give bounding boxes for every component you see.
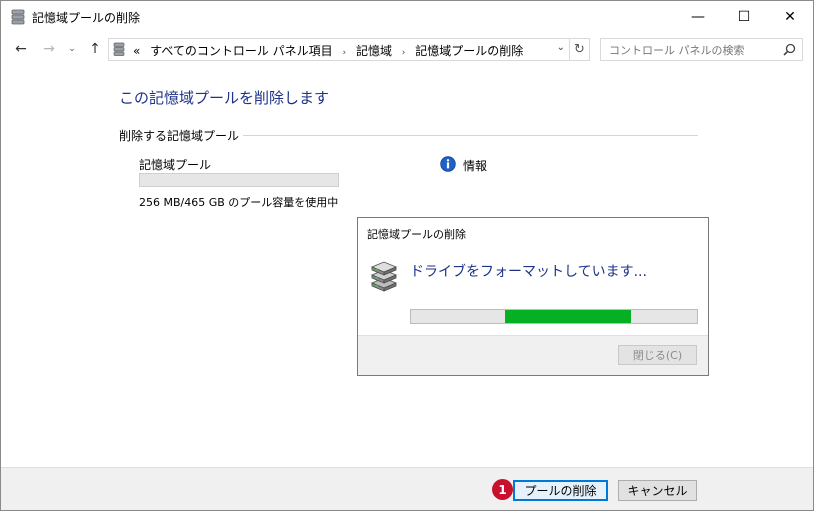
breadcrumb-storage[interactable]: 記憶域 [356, 44, 392, 58]
address-bar[interactable]: « すべてのコントロール パネル項目 › 記憶域 › 記憶域プールの削除 ⌄ [108, 38, 570, 61]
info-icon [440, 156, 456, 172]
window-title: 記憶域プールの削除 [32, 11, 141, 25]
dialog-close-button[interactable]: 閉じる(C) [618, 345, 697, 365]
refresh-button[interactable]: ↻ [570, 38, 590, 61]
search-input[interactable]: コントロール パネルの検索 [600, 38, 803, 61]
recent-locations-button[interactable]: ⌄ [65, 39, 79, 59]
storage-pool-icon [11, 9, 25, 25]
breadcrumb-delete-pool[interactable]: 記憶域プールの削除 [415, 44, 523, 58]
minimize-button[interactable]: — [675, 1, 721, 32]
dialog-title: 記憶域プールの削除 [367, 228, 466, 241]
storage-pool-icon [113, 42, 125, 56]
action-bar: 1 プールの削除 キャンセル [1, 467, 813, 510]
info-label: 情報 [463, 159, 488, 173]
window: 記憶域プールの削除 — ☐ ✕ ← → ⌄ ↑ « すべてのコントロール パネル… [0, 0, 814, 511]
group-label: 削除する記憶域プール [119, 127, 244, 144]
step-badge: 1 [492, 479, 513, 500]
delete-pool-button[interactable]: プールの削除 [513, 480, 608, 501]
breadcrumb: « すべてのコントロール パネル項目 › 記憶域 › 記憶域プールの削除 [133, 42, 529, 59]
pool-label: 記憶域プール [139, 158, 212, 172]
close-window-button[interactable]: ✕ [767, 1, 813, 32]
breadcrumb-overflow[interactable]: « [133, 44, 140, 58]
navigation-bar: ← → ⌄ ↑ « すべてのコントロール パネル項目 › 記憶域 › 記憶域プー… [1, 34, 813, 64]
up-button[interactable]: ↑ [85, 39, 105, 59]
drive-stack-icon [370, 261, 398, 292]
maximize-button[interactable]: ☐ [721, 1, 767, 32]
dialog-footer: 閉じる(C) [358, 335, 708, 375]
progress-fill [505, 310, 632, 323]
search-placeholder: コントロール パネルの検索 [609, 44, 745, 57]
pool-usage-text: 256 MB/465 GB のプール容量を使用中 [139, 196, 339, 209]
progress-bar [410, 309, 698, 324]
forward-button[interactable]: → [39, 39, 59, 59]
search-icon[interactable] [783, 43, 796, 56]
dialog-message: ドライブをフォーマットしています... [410, 264, 647, 280]
group-divider [223, 135, 698, 136]
pool-name-field [139, 173, 339, 187]
back-button[interactable]: ← [11, 39, 31, 59]
chevron-down-icon[interactable]: ⌄ [557, 42, 565, 53]
breadcrumb-all-items[interactable]: すべてのコントロール パネル項目 [150, 44, 333, 58]
cancel-button[interactable]: キャンセル [618, 480, 697, 501]
page-title: この記憶域プールを削除します [119, 89, 330, 107]
chevron-right-icon[interactable]: › [343, 48, 347, 58]
progress-dialog: 記憶域プールの削除 ドライブをフォーマットしています... 閉じる(C) [357, 217, 709, 376]
chevron-right-icon[interactable]: › [402, 48, 406, 58]
title-bar: 記憶域プールの削除 — ☐ ✕ [1, 1, 813, 33]
